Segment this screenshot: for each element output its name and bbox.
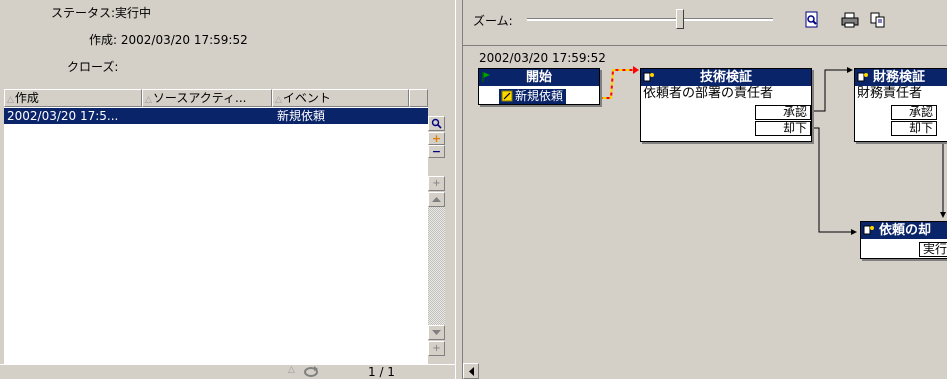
arrow-left-icon — [468, 366, 474, 376]
status-label: ステータス:実行中 — [51, 6, 152, 20]
event-icon — [501, 90, 513, 102]
event-list[interactable]: 2002/03/20 17:5... 新規依頼 — [4, 107, 428, 364]
left-pane: ステータス:実行中 作成: 2002/03/20 17:59:52 クローズ: … — [0, 0, 455, 379]
add-button[interactable]: + — [428, 132, 445, 145]
print-icon[interactable] — [841, 11, 859, 29]
sort-triangle-icon: △ — [7, 95, 14, 105]
node-tech-body: 依頼者の部署の責任者 — [643, 86, 774, 101]
search-button[interactable] — [428, 116, 445, 131]
activity-icon — [863, 225, 874, 235]
plus-icon: + — [432, 342, 441, 354]
refresh-icon[interactable] — [303, 366, 319, 378]
pane-splitter[interactable] — [455, 0, 463, 379]
plus-icon: + — [432, 177, 441, 189]
finance-approve-outcome[interactable]: 承認 — [891, 105, 937, 120]
plus-icon: + — [431, 132, 442, 145]
arrow-head-icon — [851, 229, 857, 235]
arrow-head-icon — [633, 66, 639, 74]
link-reject — [813, 127, 853, 233]
node-start[interactable]: 開始 新規依頼 — [478, 68, 600, 105]
tech-approve-outcome[interactable]: 承認 — [755, 105, 811, 120]
link-approve — [813, 69, 847, 112]
created-value: 2002/03/20 17:59:52 — [120, 33, 248, 47]
sort-triangle-icon: △ — [275, 95, 282, 105]
sort-triangle-icon: △ — [145, 95, 152, 105]
minus-icon: − — [431, 145, 442, 158]
start-event[interactable]: 新規依頼 — [499, 89, 567, 104]
workflow-pane: ズーム: 2002/03/20 17:59:52 開始 新規依頼 技術検証 依頼… — [463, 0, 947, 379]
column-header-created[interactable]: △作成 — [4, 89, 142, 107]
node-request-rejected[interactable]: 依頼の却 実行 — [860, 221, 947, 259]
request-status: 実行 — [919, 242, 947, 257]
workflow-toolbar: ズーム: — [463, 0, 947, 42]
arrow-head-icon — [847, 67, 853, 73]
node-tech-review[interactable]: 技術検証 依頼者の部署の責任者 承認 却下 — [640, 68, 812, 142]
page-indicator: 1 / 1 — [368, 365, 395, 379]
scroll-up-button[interactable] — [428, 192, 445, 207]
node-request-title: 依頼の却 — [879, 223, 932, 238]
column-header-source-activity[interactable]: △ソースアクティ... — [142, 89, 272, 107]
expand-button-bottom[interactable]: + — [428, 341, 445, 356]
zoom-preview-icon[interactable] — [803, 11, 821, 29]
column-header-event[interactable]: △イベント — [272, 89, 409, 107]
expand-button[interactable]: + — [428, 176, 445, 191]
node-tech-title: 技術検証 — [699, 70, 752, 85]
copy-icon[interactable] — [869, 11, 887, 29]
search-icon — [431, 118, 442, 129]
list-vertical-scrollbar[interactable]: + − + + — [428, 89, 445, 364]
zoom-label: ズーム: — [473, 14, 513, 28]
scroll-left-button[interactable] — [463, 363, 479, 379]
node-finance-review[interactable]: 財務検証 財務責任者 承認 却下 — [854, 68, 947, 142]
closed-label: クローズ: — [67, 60, 119, 74]
remove-button[interactable]: − — [428, 145, 445, 158]
arrow-head-icon — [940, 212, 946, 218]
scroll-down-button[interactable] — [428, 325, 445, 340]
canvas-horizontal-scrollbar[interactable] — [463, 363, 947, 379]
node-finance-body: 財務責任者 — [857, 86, 923, 101]
node-start-title: 開始 — [525, 70, 552, 85]
start-flag-icon — [482, 72, 490, 82]
zoom-slider-thumb[interactable] — [676, 9, 684, 29]
table-row[interactable]: 2002/03/20 17:5... 新規依頼 — [4, 108, 428, 124]
active-link-alt — [599, 69, 633, 99]
zoom-slider-track[interactable] — [527, 18, 773, 21]
activity-icon — [857, 72, 868, 82]
status-value: 実行中 — [115, 6, 152, 20]
active-link — [599, 69, 633, 99]
list-status-bar: △ 1 / 1 — [0, 364, 455, 379]
tech-reject-outcome[interactable]: 却下 — [755, 121, 811, 136]
finance-reject-outcome[interactable]: 却下 — [891, 121, 937, 136]
column-header-spacer — [409, 89, 428, 107]
workflow-canvas[interactable]: 2002/03/20 17:59:52 開始 新規依頼 技術検証 依頼者の部署の… — [463, 45, 947, 363]
cell-event: 新規依頼 — [277, 109, 326, 123]
node-finance-title: 財務検証 — [873, 70, 926, 85]
scroll-track[interactable] — [428, 207, 445, 325]
cell-created: 2002/03/20 17:5... — [7, 109, 119, 123]
arrow-up-icon — [432, 197, 441, 202]
activity-icon — [643, 72, 654, 82]
sort-triangle-icon: △ — [288, 365, 295, 375]
created-label: 作成: 2002/03/20 17:59:52 — [89, 33, 248, 47]
arrow-down-icon — [432, 330, 441, 335]
